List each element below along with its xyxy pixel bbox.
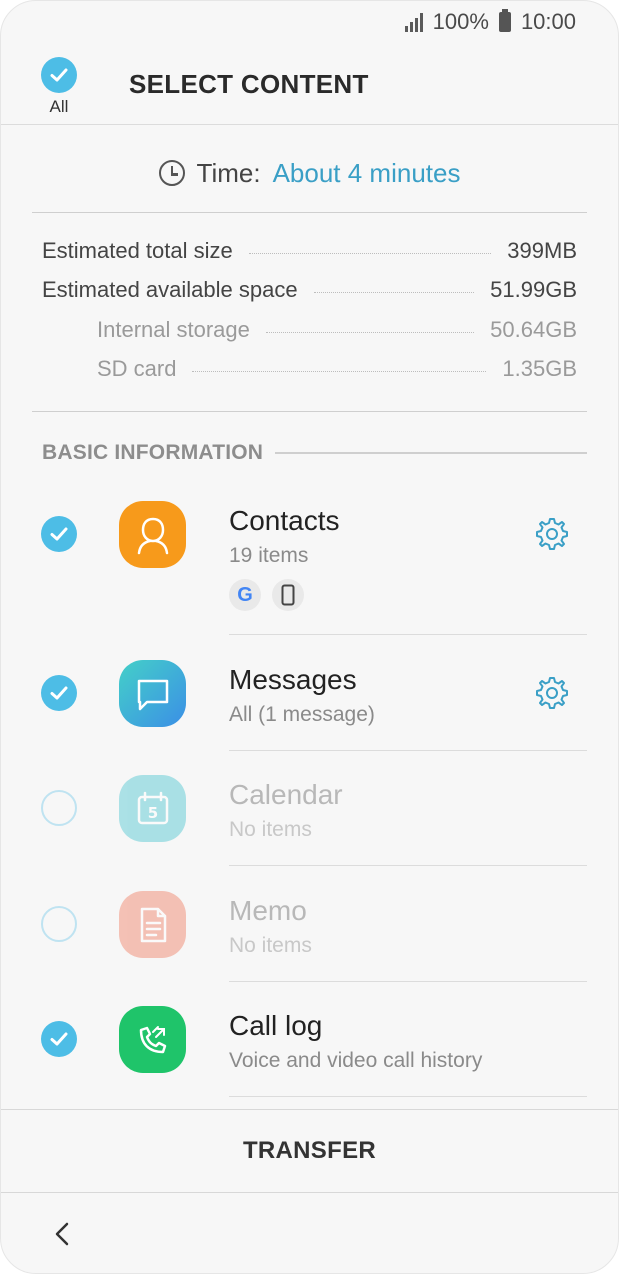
- svg-text:5: 5: [147, 804, 157, 822]
- battery-icon: [498, 9, 511, 32]
- available-space-row: Estimated available space 51.99GB: [42, 274, 577, 306]
- time-value: About 4 minutes: [272, 157, 461, 188]
- item-subtitle: No items: [229, 818, 312, 841]
- select-all-label: All: [49, 97, 69, 116]
- call-log-icon: [119, 1006, 186, 1073]
- clock-icon: [158, 160, 185, 186]
- size-value: 50.64GB: [490, 317, 577, 342]
- size-label: Estimated total size: [42, 238, 233, 263]
- app-header: All SELECT CONTENT: [1, 43, 618, 125]
- messages-checkbox[interactable]: [41, 675, 77, 711]
- item-divider: [229, 981, 587, 982]
- divider: [32, 212, 587, 213]
- section-header: BASIC INFORMATION: [42, 441, 587, 465]
- section-line: [275, 452, 587, 454]
- status-bar: 100% 10:00: [1, 1, 618, 43]
- internal-storage-row: Internal storage 50.64GB: [97, 314, 577, 346]
- messages-icon: [119, 660, 186, 727]
- navigation-bar: [1, 1194, 618, 1273]
- list-item-messages[interactable]: Messages All (1 message): [1, 658, 618, 751]
- status-indicators: 100% 10:00: [404, 9, 576, 35]
- size-label: Internal storage: [97, 317, 250, 342]
- divider: [32, 411, 587, 412]
- item-title: Call log: [229, 1010, 323, 1041]
- dotted-leader: [265, 331, 475, 333]
- estimated-time-row: Time: About 4 minutes: [1, 151, 618, 195]
- dotted-leader: [313, 291, 475, 293]
- size-value: 1.35GB: [502, 356, 577, 381]
- dotted-leader: [248, 252, 492, 254]
- google-account-icon: G: [229, 579, 261, 611]
- transfer-bar: TRANSFER: [1, 1109, 618, 1193]
- check-icon: [50, 527, 68, 541]
- total-size-row: Estimated total size 399MB: [42, 235, 577, 267]
- memo-checkbox[interactable]: [41, 906, 77, 942]
- memo-icon: [119, 891, 186, 958]
- time-label: Time:: [196, 157, 261, 188]
- size-value: 51.99GB: [490, 277, 577, 302]
- select-all-checkbox[interactable]: [41, 57, 77, 93]
- check-icon: [50, 686, 68, 700]
- contacts-settings-gear-icon[interactable]: [532, 515, 570, 553]
- contacts-icon: [119, 501, 186, 568]
- item-title: Messages: [229, 664, 357, 695]
- contacts-checkbox[interactable]: [41, 516, 77, 552]
- phone-device-icon: [272, 579, 304, 611]
- section-title: BASIC INFORMATION: [42, 441, 264, 464]
- item-divider: [229, 1096, 587, 1097]
- battery-percentage: 100%: [432, 9, 489, 34]
- messages-settings-gear-icon[interactable]: [532, 674, 570, 712]
- page-title: SELECT CONTENT: [129, 69, 369, 99]
- sd-card-row: SD card 1.35GB: [97, 353, 577, 385]
- signal-icon: [404, 12, 423, 32]
- item-title: Calendar: [229, 779, 343, 810]
- item-divider: [229, 865, 587, 866]
- list-item-memo[interactable]: Memo No items: [1, 889, 618, 982]
- list-item-contacts[interactable]: Contacts 19 items G: [1, 499, 618, 635]
- back-arrow-icon[interactable]: [45, 1216, 81, 1252]
- check-icon: [50, 68, 68, 82]
- size-label: SD card: [97, 356, 177, 381]
- size-label: Estimated available space: [42, 277, 298, 302]
- item-title: Contacts: [229, 505, 340, 536]
- clock-time: 10:00: [520, 9, 576, 34]
- calendar-checkbox[interactable]: [41, 790, 77, 826]
- call-log-checkbox[interactable]: [41, 1021, 77, 1057]
- item-divider: [229, 634, 587, 635]
- list-item-call-log[interactable]: Call log Voice and video call history: [1, 1004, 618, 1097]
- item-subtitle: No items: [229, 934, 312, 957]
- dotted-leader: [192, 370, 487, 372]
- size-value: 399MB: [507, 238, 577, 263]
- item-subtitle: 19 items: [229, 544, 309, 567]
- check-icon: [50, 1032, 68, 1046]
- google-letter: G: [237, 583, 253, 606]
- item-title: Memo: [229, 895, 307, 926]
- item-subtitle: Voice and video call history: [229, 1049, 483, 1072]
- item-subtitle: All (1 message): [229, 703, 375, 726]
- calendar-icon: 5: [119, 775, 186, 842]
- list-item-calendar[interactable]: 5 Calendar No items: [1, 773, 618, 866]
- transfer-button[interactable]: TRANSFER: [243, 1137, 376, 1165]
- item-divider: [229, 750, 587, 751]
- phone-screen: 100% 10:00 All SELECT CONTENT Time: Abou…: [0, 0, 619, 1274]
